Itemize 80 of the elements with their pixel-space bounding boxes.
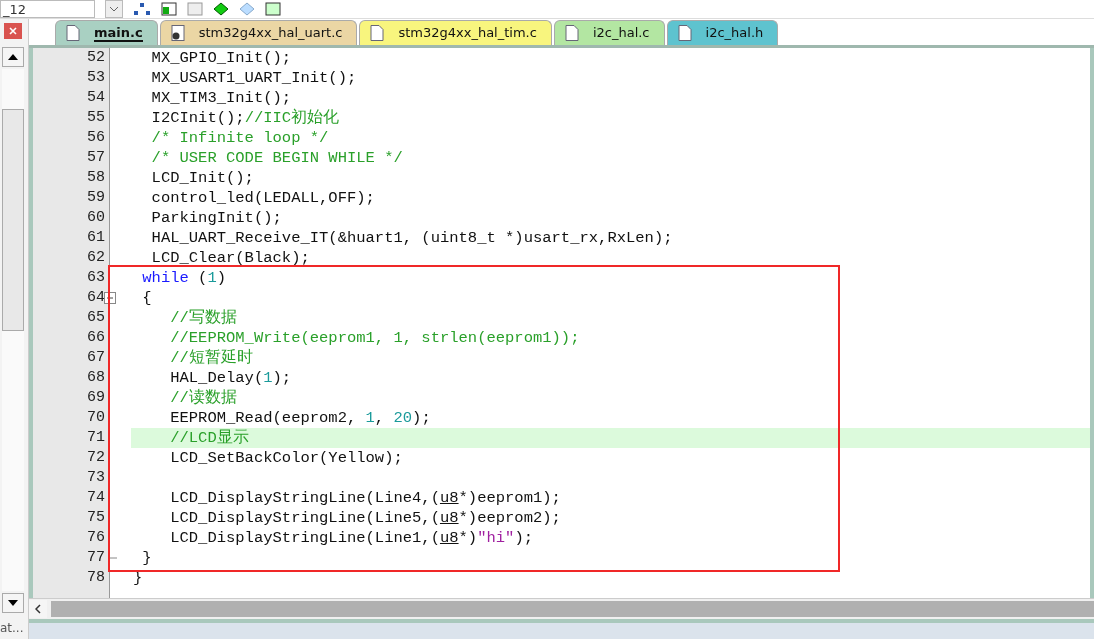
code-line: LCD_Init(); — [150, 168, 254, 188]
file-tab[interactable]: i2c_hal.h — [666, 20, 779, 45]
line-number: 54 — [87, 88, 106, 108]
code-line: LCD_DisplayStringLine(Line5,(u8*)eeprom2); — [169, 508, 561, 528]
code-line: /* USER CODE BEGIN WHILE */ — [150, 148, 403, 168]
code-line: { — [141, 288, 152, 308]
file-tab[interactable]: stm32g4xx_hal_uart.c — [159, 20, 358, 45]
file-icon — [677, 25, 692, 41]
line-number: 53 — [87, 68, 106, 88]
line-number: 73 — [87, 468, 106, 488]
code-line: //写数据 — [169, 308, 237, 328]
code-line: LCD_Clear(Black); — [150, 248, 310, 268]
code-line: //短暂延时 — [169, 348, 253, 368]
panel-label: at... — [0, 620, 25, 637]
combo-field[interactable]: _12 — [0, 0, 95, 18]
code-line: //LCD显示 — [169, 428, 249, 448]
line-number: 77 — [87, 548, 106, 568]
scrollbar-thumb[interactable] — [2, 109, 24, 331]
close-icon — [9, 27, 17, 35]
line-number: 52 — [87, 48, 106, 68]
line-number: 62 — [87, 248, 106, 268]
line-number: 68 — [87, 368, 106, 388]
line-number: 65 — [87, 308, 106, 328]
file-tab[interactable]: main.c — [55, 20, 158, 45]
triangle-down-icon — [8, 600, 18, 606]
line-number: 56 — [87, 128, 106, 148]
hierarchy-icon[interactable] — [133, 2, 151, 16]
window-icon[interactable] — [265, 2, 281, 16]
chevron-down-icon — [109, 6, 119, 12]
line-number: 67 — [87, 348, 106, 368]
code-line: MX_GPIO_Init(); — [150, 48, 292, 68]
code-line: HAL_Delay(1); — [169, 368, 292, 388]
scroll-left-button[interactable] — [29, 600, 47, 618]
line-number: 59 — [87, 188, 106, 208]
code-line: MX_USART1_UART_Init(); — [150, 68, 357, 88]
code-line: } — [141, 548, 152, 568]
triangle-up-icon — [8, 54, 18, 60]
file-icon — [370, 25, 385, 41]
code-line: control_led(LEDALL,OFF); — [150, 188, 375, 208]
line-number: 55 — [87, 108, 106, 128]
collapse-icon[interactable] — [104, 292, 116, 304]
file-icon — [564, 25, 579, 41]
file-tab[interactable]: i2c_hal.c — [553, 20, 665, 45]
line-number: 69 — [87, 388, 106, 408]
window-icon[interactable] — [161, 2, 177, 16]
code-line: while (1) — [141, 268, 227, 288]
close-button[interactable] — [4, 23, 22, 39]
line-number: 74 — [87, 488, 106, 508]
file-icon — [66, 25, 80, 41]
code-line: /* Infinite loop */ — [150, 128, 329, 148]
line-number: 61 — [87, 228, 106, 248]
code-line: HAL_UART_Receive_IT(&huart1, (uint8_t *)usart_rx,RxLen); — [150, 228, 673, 248]
line-number: 76 — [87, 528, 106, 548]
line-number: 63 — [87, 268, 106, 288]
code-line: ParkingInit(); — [150, 208, 282, 228]
code-line: LCD_DisplayStringLine(Line4,(u8*)eeprom1); — [169, 488, 561, 508]
file-tab[interactable]: stm32g4xx_hal_tim.c — [359, 20, 552, 45]
line-number: 58 — [87, 168, 106, 188]
code-line: //EEPROM_Write(eeprom1, 1, strlen(eeprom1)); — [169, 328, 580, 348]
code-line: MX_TIM3_Init(); — [150, 88, 292, 108]
line-number: 75 — [87, 508, 106, 528]
line-number: 70 — [87, 408, 106, 428]
dropdown-button[interactable] — [105, 0, 123, 18]
line-number: 71 — [87, 428, 106, 448]
line-number: 64 — [87, 288, 106, 308]
code-line: //读数据 — [169, 388, 237, 408]
code-line: LCD_SetBackColor(Yellow); — [169, 448, 403, 468]
line-number: 66 — [87, 328, 106, 348]
chevron-left-icon — [35, 604, 41, 614]
line-number: 57 — [87, 148, 106, 168]
line-number: 78 — [87, 568, 106, 588]
code-line: I2CInit();//IIC初始化 — [150, 108, 340, 128]
scroll-down-button[interactable] — [2, 593, 24, 613]
scroll-up-button[interactable] — [2, 47, 24, 67]
diamond-icon[interactable] — [213, 2, 229, 16]
line-number: 60 — [87, 208, 106, 228]
code-line: LCD_DisplayStringLine(Line1,(u8*)"hi"); — [169, 528, 533, 548]
scrollbar-thumb[interactable] — [51, 601, 1094, 617]
line-number: 72 — [87, 448, 106, 468]
code-line: EEPROM_Read(eeprom2, 1, 20); — [169, 408, 431, 428]
